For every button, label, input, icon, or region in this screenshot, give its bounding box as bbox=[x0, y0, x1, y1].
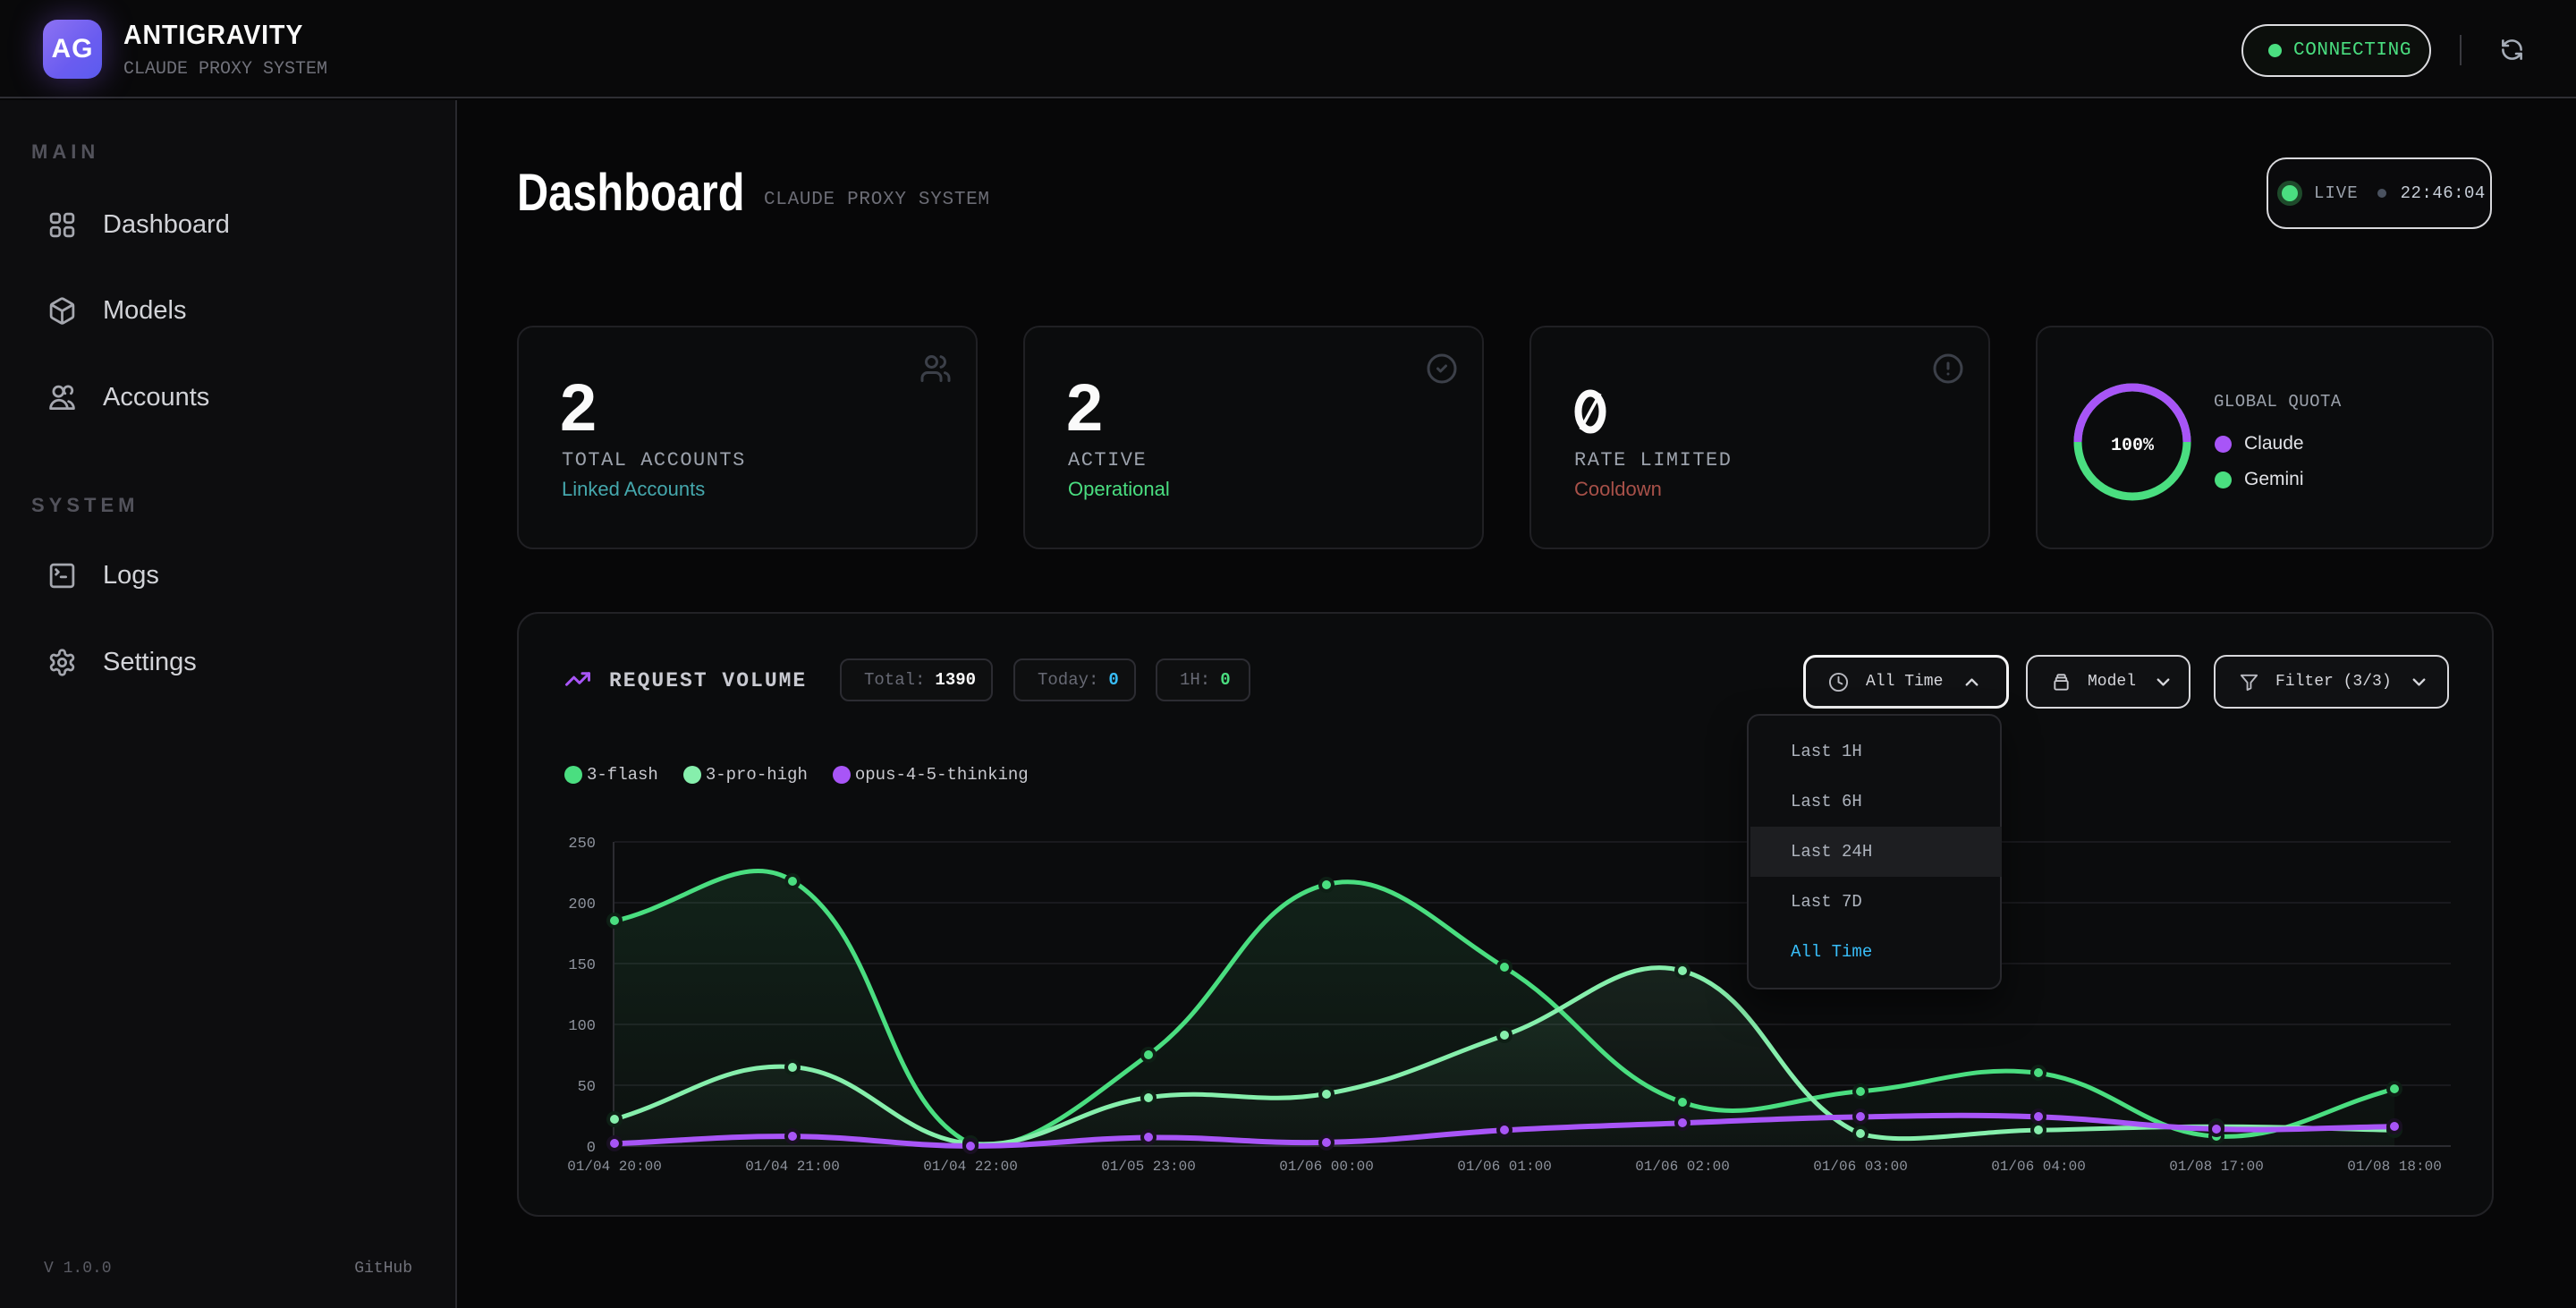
svg-text:01/04 21:00: 01/04 21:00 bbox=[745, 1159, 840, 1175]
svg-text:200: 200 bbox=[568, 896, 596, 913]
svg-text:0: 0 bbox=[587, 1140, 596, 1157]
svg-text:250: 250 bbox=[568, 836, 596, 853]
svg-text:01/06 00:00: 01/06 00:00 bbox=[1279, 1159, 1374, 1175]
svg-text:01/08 18:00: 01/08 18:00 bbox=[2347, 1159, 2442, 1175]
svg-text:01/05 23:00: 01/05 23:00 bbox=[1101, 1159, 1196, 1175]
svg-text:100: 100 bbox=[568, 1018, 596, 1035]
svg-text:01/08 17:00: 01/08 17:00 bbox=[2169, 1159, 2264, 1175]
svg-text:01/06 01:00: 01/06 01:00 bbox=[1457, 1159, 1552, 1175]
svg-text:50: 50 bbox=[578, 1079, 596, 1096]
svg-text:01/06 03:00: 01/06 03:00 bbox=[1813, 1159, 1908, 1175]
svg-text:01/06 04:00: 01/06 04:00 bbox=[1991, 1159, 2086, 1175]
svg-text:150: 150 bbox=[568, 957, 596, 974]
svg-text:01/04 20:00: 01/04 20:00 bbox=[567, 1159, 662, 1175]
svg-text:01/06 02:00: 01/06 02:00 bbox=[1635, 1159, 1730, 1175]
svg-text:01/04 22:00: 01/04 22:00 bbox=[923, 1159, 1018, 1175]
